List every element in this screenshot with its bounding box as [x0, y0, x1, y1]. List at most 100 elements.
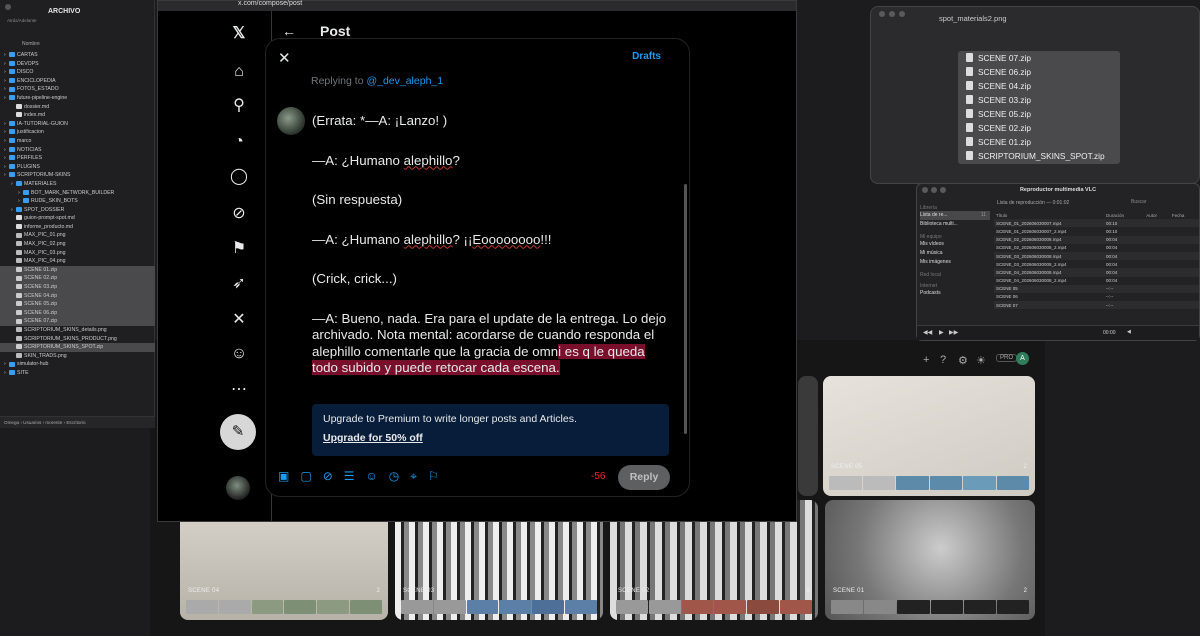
- file-row[interactable]: SCRIPTORIUM_SKINS_details.png: [0, 326, 155, 335]
- close-window-button[interactable]: [5, 4, 11, 10]
- scrollbar[interactable]: [684, 184, 687, 434]
- table-row[interactable]: SCENE_03_202606030008_2.mp4 00:04: [994, 260, 1199, 268]
- folder-row[interactable]: › DISCO: [0, 68, 155, 77]
- file-row[interactable]: SCENE 07.zip: [0, 317, 155, 326]
- file-row[interactable]: SCENE 03.zip: [0, 283, 155, 292]
- table-row[interactable]: SCENE 05 --:--: [994, 284, 1199, 293]
- table-row[interactable]: SCENE_04_202606030008.mp4 00:04: [994, 268, 1199, 277]
- sidebar-item-podcasts[interactable]: Podcasts: [920, 289, 990, 298]
- reply-button[interactable]: Reply: [618, 465, 670, 490]
- add-icon[interactable]: +: [923, 354, 929, 366]
- table-row[interactable]: SCENE_02_202606030008.mp4 00:04: [994, 235, 1199, 244]
- sidebar-item-media-library[interactable]: Biblioteca multi...: [920, 220, 990, 229]
- search-icon[interactable]: ⚲: [228, 95, 250, 117]
- path-segment[interactable]: Escritorio: [66, 420, 85, 425]
- folder-row[interactable]: › NOTICIAS: [0, 146, 155, 155]
- file-row[interactable]: dossier.md: [0, 103, 155, 112]
- sidebar-item-images[interactable]: Mis imágenes: [920, 258, 990, 267]
- file-row[interactable]: MAX_PIC_01.png: [0, 231, 155, 240]
- folder-row[interactable]: › MATERIALES: [0, 180, 155, 189]
- minimize-window-button[interactable]: [889, 11, 895, 17]
- path-segment[interactable]: Usuarios: [23, 420, 41, 425]
- table-row[interactable]: SCENE_02_202606030008_2.mp4 00:04: [994, 244, 1199, 252]
- help-icon[interactable]: ?: [940, 354, 946, 366]
- path-segment[interactable]: morente: [45, 420, 62, 425]
- flag-icon[interactable]: ⚐: [428, 469, 439, 485]
- table-row[interactable]: SCENE_04_202606030008_2.mp4 00:04: [994, 277, 1199, 285]
- file-row[interactable]: SCENE 04.zip: [0, 291, 155, 301]
- folder-row[interactable]: › justificacion: [0, 128, 155, 137]
- media-icon[interactable]: ▣: [278, 469, 289, 485]
- folder-row[interactable]: › ENCICLOPEDIA: [0, 77, 155, 86]
- replying-handle[interactable]: @_dev_aleph_1: [366, 75, 443, 87]
- settings-icon[interactable]: ⚙: [958, 354, 968, 367]
- folder-row[interactable]: › DEVOPS: [0, 60, 155, 69]
- file-row[interactable]: MAX_PIC_04.png: [0, 257, 155, 266]
- close-icon[interactable]: ✕: [278, 49, 291, 67]
- grok-icon[interactable]: ⊘: [323, 469, 333, 485]
- file-row[interactable]: SCRIPTORIUM_SKINS_SPOT.zip: [0, 343, 155, 352]
- folder-row[interactable]: › BOT_MARK_NETWORK_BUILDER: [0, 189, 155, 198]
- table-row[interactable]: SCENE_03_202606030008.mp4 00:04: [994, 251, 1199, 261]
- scene-card[interactable]: SCENE 01 2: [825, 500, 1035, 620]
- messages-icon[interactable]: ◯: [228, 166, 250, 188]
- bookmarks-icon[interactable]: ⚑: [228, 238, 250, 260]
- sidebar-item-music[interactable]: Mi música: [920, 249, 990, 258]
- sidebar-item-playlist[interactable]: Lista de re... 11: [920, 211, 990, 220]
- next-icon[interactable]: ▶▶: [949, 329, 958, 336]
- poll-icon[interactable]: ☰: [344, 469, 355, 485]
- folder-row[interactable]: › PLUGINS: [0, 163, 155, 172]
- sidebar-item-videos[interactable]: Mis vídeos: [920, 240, 990, 249]
- account-avatar[interactable]: [226, 476, 250, 500]
- premium-x-icon[interactable]: ✕: [228, 309, 250, 331]
- sun-icon[interactable]: ☀: [976, 354, 986, 367]
- file-row[interactable]: SCENE 05.zip: [0, 300, 155, 309]
- folder-row[interactable]: › SITE: [0, 369, 155, 378]
- rocket-icon[interactable]: ➶: [228, 273, 250, 295]
- location-icon[interactable]: ⌖: [410, 469, 417, 485]
- volume-icon[interactable]: ◀: [1127, 329, 1131, 335]
- x-logo-icon[interactable]: 𝕏: [228, 23, 250, 45]
- scene-card[interactable]: SCENE 05 2: [823, 376, 1035, 496]
- folder-row[interactable]: › marco: [0, 137, 155, 146]
- prev-icon[interactable]: ◀◀: [923, 329, 932, 336]
- table-row[interactable]: SCENE_01_202606030007.mp4 00:10: [994, 219, 1199, 228]
- folder-row[interactable]: › PERFILES: [0, 154, 155, 163]
- table-row[interactable]: SCENE 06 --:--: [994, 293, 1199, 301]
- folder-row[interactable]: › simulator-hub: [0, 360, 155, 369]
- emoji-icon[interactable]: ☺: [366, 469, 378, 485]
- path-segment[interactable]: Omega: [4, 420, 19, 425]
- folder-row[interactable]: › FOTOS_ESTADO: [0, 85, 155, 94]
- folder-row[interactable]: › CARTAS: [0, 51, 155, 60]
- file-row[interactable]: SKIN_TRADS.png: [0, 352, 155, 361]
- notifications-icon[interactable]: ◔: [228, 131, 250, 153]
- back-arrow-icon[interactable]: ←: [282, 23, 296, 39]
- file-row[interactable]: SCENE 06.zip: [0, 308, 155, 318]
- close-window-button[interactable]: [879, 11, 885, 17]
- folder-row[interactable]: › RUDE_SKIN_BOTS: [0, 197, 155, 206]
- more-icon[interactable]: ⋯: [228, 379, 250, 401]
- compose-post-button[interactable]: ✎: [220, 414, 256, 450]
- file-row[interactable]: informe_producto.md: [0, 223, 155, 232]
- grok-icon[interactable]: ⊘: [228, 203, 250, 225]
- folder-row[interactable]: › SCRIPTORIUM-SKINS: [0, 171, 155, 180]
- file-row[interactable]: MAX_PIC_03.png: [0, 249, 155, 258]
- table-row[interactable]: SCENE 07 --:--: [994, 301, 1199, 310]
- folder-row[interactable]: › IA-TUTORIAL-GUION: [0, 120, 155, 129]
- post-textarea[interactable]: (Errata: *—A: ¡Lanzo! ) —A: ¿Humano alep…: [312, 113, 667, 400]
- file-row[interactable]: guion-prompt-spot.md: [0, 214, 155, 223]
- zoom-window-button[interactable]: [899, 11, 905, 17]
- profile-icon[interactable]: ☺: [228, 343, 250, 365]
- premium-upgrade-link[interactable]: Upgrade for 50% off: [323, 432, 658, 444]
- search-input[interactable]: Buscar: [1131, 199, 1147, 205]
- file-row[interactable]: SCRIPTORIUM_SKINS_PRODUCT.png: [0, 335, 155, 344]
- user-avatar[interactable]: A: [1016, 352, 1029, 365]
- file-row[interactable]: index.md: [0, 111, 155, 120]
- home-icon[interactable]: ⌂: [228, 61, 250, 83]
- file-row[interactable]: SCENE 01.zip: [0, 265, 155, 275]
- table-row[interactable]: SCENE_01_202606030007_2.mp4 00:10: [994, 227, 1199, 235]
- name-column-header[interactable]: Nombre: [22, 41, 40, 47]
- file-row[interactable]: MAX_PIC_02.png: [0, 240, 155, 249]
- drafts-button[interactable]: Drafts: [632, 51, 661, 62]
- gif-icon[interactable]: ▢: [300, 469, 311, 485]
